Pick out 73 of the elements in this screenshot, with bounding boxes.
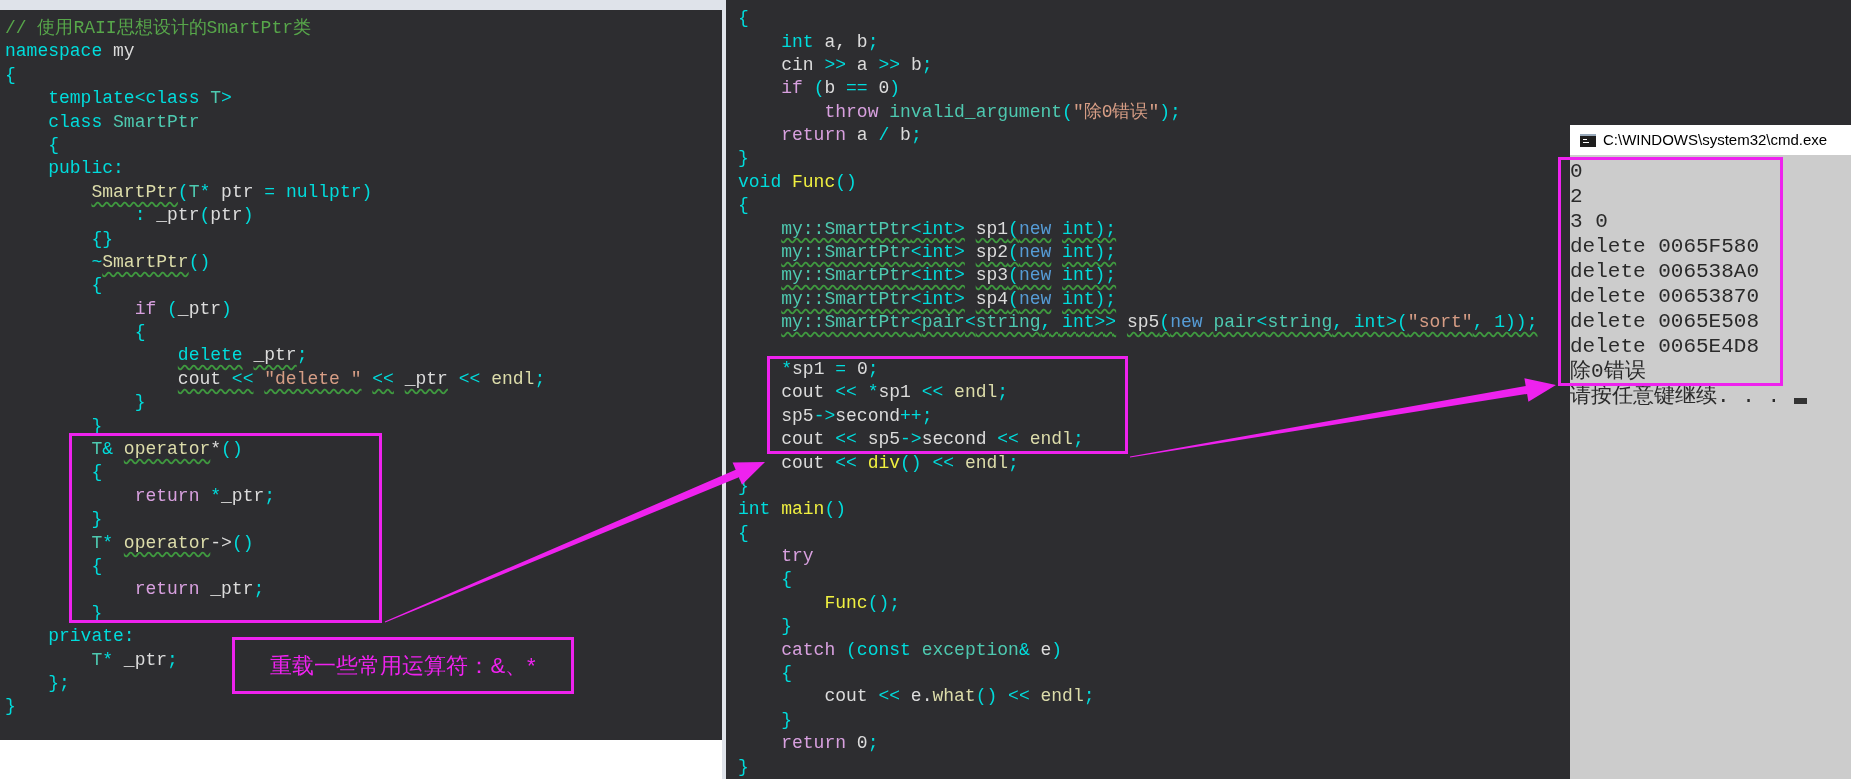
code-line: my::SmartPtr<int> sp3(new int); (780, 264, 1117, 288)
code-line: T& operator*() (90, 438, 243, 462)
code-line: } (133, 391, 146, 415)
code-line: {} (90, 227, 114, 251)
code-line: my::SmartPtr<int> sp4(new int); (780, 287, 1117, 311)
code-line: // 使用RAII思想设计的SmartPtr类 (5, 17, 312, 40)
code-line: ~SmartPtr() (90, 250, 211, 274)
code-line: } (90, 508, 103, 532)
console-line: 3 0 (1570, 209, 1608, 234)
code-line: Func(); (823, 591, 901, 615)
code-line: return *_ptr; (133, 484, 276, 508)
code-line: int main() (738, 498, 847, 522)
text-cursor (1794, 398, 1807, 404)
code-line: { (738, 7, 749, 31)
code-line: { (5, 63, 16, 87)
console-line: delete 0065E4D8 (1570, 334, 1760, 359)
callout-text: 重载一些常用运算符：&、* (270, 652, 536, 680)
code-line: catch (const exception& e) (780, 638, 1063, 662)
code-line: SmartPtr(T* ptr = nullptr) (90, 180, 373, 204)
code-line: } (738, 147, 749, 171)
code-line: T* operator->() (90, 531, 254, 555)
code-line: } (780, 615, 793, 639)
code-line: cout << e.what() << endl; (823, 685, 1095, 709)
code-line: return _ptr; (133, 578, 265, 602)
code-line: class SmartPtr (47, 110, 200, 134)
code-line: if (_ptr) (133, 297, 232, 321)
code-line: return 0; (780, 732, 879, 756)
console-line: delete 006538A0 (1570, 259, 1760, 284)
code-line: { (47, 133, 60, 157)
code-line: throw invalid_argument("除0错误"); (823, 100, 1181, 124)
code-line: } (738, 755, 749, 779)
console-line: 请按任意键继续. . . (1570, 384, 1780, 409)
code-line: { (133, 321, 146, 345)
code-line: namespace my (5, 40, 135, 64)
code-line: cout << div() << endl; (780, 451, 1019, 475)
code-line: { (90, 461, 103, 485)
code-line: cout << sp5->second << endl; (780, 428, 1084, 452)
code-line: template<class T> (47, 87, 232, 111)
code-line: { (780, 662, 793, 686)
code-line: private: (47, 625, 135, 649)
code-line: int a, b; (780, 30, 879, 54)
code-line: { (780, 568, 793, 592)
code-line: cout << "delete " << _ptr << endl; (176, 367, 546, 391)
code-line: }; (47, 671, 70, 695)
console-line: 0 (1570, 159, 1583, 184)
console-line: 除0错误 (1570, 359, 1646, 384)
code-line: cin >> a >> b; (780, 53, 933, 77)
code-line: T* _ptr; (90, 648, 178, 672)
code-line: my::SmartPtr<int> sp1(new int); (780, 217, 1117, 241)
code-line: { (738, 521, 749, 545)
code-line: { (90, 555, 103, 578)
code-line: if (b == 0) (780, 77, 901, 101)
code-line: { (738, 194, 749, 218)
code-line: my::SmartPtr<pair<string, int>> sp5(new pair<string, int>("sort", 1)); (780, 311, 1538, 335)
code-line: : _ptr(ptr) (133, 204, 254, 228)
console-line: 2 (1570, 184, 1583, 209)
console-icon (1580, 133, 1596, 147)
code-line: try (780, 545, 814, 569)
code-line: delete _ptr; (176, 344, 308, 368)
code-line: { (90, 274, 103, 298)
code-line: } (5, 695, 16, 719)
code-line: cout << *sp1 << endl; (780, 381, 1009, 405)
code-line: sp5->second++; (780, 404, 933, 428)
console-title: C:\WINDOWS\system32\cmd.exe (1603, 129, 1828, 150)
console-line: delete 0065E508 (1570, 309, 1760, 334)
code-line: return a / b; (780, 124, 922, 148)
code-line: } (780, 708, 793, 732)
code-line: void Func() (738, 170, 857, 194)
console-line: delete 00653870 (1570, 284, 1760, 309)
code-line: *sp1 = 0; (780, 357, 879, 381)
code-line: my::SmartPtr<int> sp2(new int); (780, 241, 1117, 264)
console-line: delete 0065F580 (1570, 234, 1760, 259)
code-line: public: (47, 157, 124, 181)
